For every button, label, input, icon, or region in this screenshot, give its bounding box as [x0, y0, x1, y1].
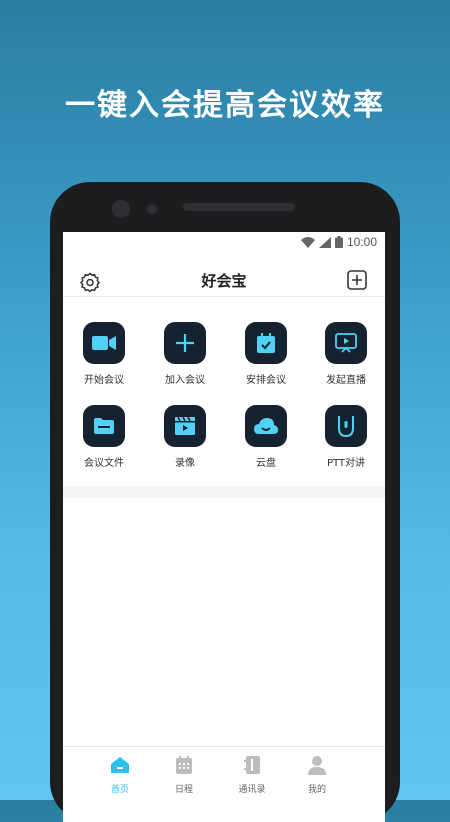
app-title: 好会宝: [201, 272, 247, 290]
video-camera-icon: [83, 322, 125, 364]
person-icon: [308, 756, 326, 775]
feature-label: 云盘: [256, 458, 276, 469]
headline: 一键入会提高会议效率: [65, 88, 385, 123]
ptt-intercom-button[interactable]: PTT对讲: [306, 405, 385, 469]
tab-label: 通讯录: [238, 785, 266, 795]
app-bar: 好会宝: [63, 262, 385, 297]
tab-label: 我的: [307, 785, 326, 795]
film-icon: [164, 405, 206, 447]
feature-label: 发起直播: [326, 375, 366, 386]
tab-profile[interactable]: 我的: [287, 755, 347, 795]
recordings-button[interactable]: 录像: [145, 405, 225, 469]
contacts-icon: [244, 756, 260, 774]
feature-label: PTT对讲: [326, 458, 366, 469]
feature-label: 安排会议: [246, 375, 286, 386]
add-square-icon[interactable]: [347, 270, 367, 290]
plus-icon: [164, 322, 206, 364]
live-stream-icon: [325, 322, 367, 364]
feature-label: 加入会议: [165, 375, 205, 386]
phone-screen: 10:00 好会宝 开始会议 加入会议 安排会议 发起直播 会议文件 录像 云盘…: [63, 232, 385, 822]
tab-label: 首页: [110, 785, 129, 795]
battery-icon: [334, 236, 343, 248]
tab-contacts[interactable]: 通讯录: [222, 755, 282, 795]
feature-label: 录像: [175, 458, 195, 469]
calendar-icon: [176, 756, 192, 774]
feature-label: 会议文件: [84, 458, 124, 469]
home-icon: [111, 757, 129, 773]
join-meeting-button[interactable]: 加入会议: [145, 322, 225, 386]
proximity-sensor: [147, 204, 157, 214]
feature-label: 开始会议: [84, 375, 124, 386]
front-camera: [112, 200, 130, 218]
start-live-button[interactable]: 发起直播: [306, 322, 385, 386]
wifi-icon: [300, 236, 315, 248]
phone-frame: 10:00 好会宝 开始会议 加入会议 安排会议 发起直播 会议文件 录像 云盘…: [50, 182, 400, 822]
cloud-drive-button[interactable]: 云盘: [226, 405, 306, 469]
walkie-talkie-icon: [325, 405, 367, 447]
tab-home[interactable]: 首页: [90, 755, 150, 795]
status-bar: 10:00: [63, 232, 385, 252]
tab-schedule[interactable]: 日程: [154, 755, 214, 795]
status-time: 10:00: [346, 235, 377, 249]
calendar-check-icon: [245, 322, 287, 364]
tab-label: 日程: [174, 785, 193, 795]
folder-icon: [83, 405, 125, 447]
earpiece-speaker: [183, 203, 295, 211]
cloud-icon: [245, 405, 287, 447]
signal-icon: [318, 236, 331, 248]
start-meeting-button[interactable]: 开始会议: [64, 322, 144, 386]
meeting-files-button[interactable]: 会议文件: [64, 405, 144, 469]
schedule-meeting-button[interactable]: 安排会议: [226, 322, 306, 386]
bottom-tab-bar: 首页 日程 通讯录 我的: [63, 746, 385, 822]
section-divider: [63, 486, 385, 498]
